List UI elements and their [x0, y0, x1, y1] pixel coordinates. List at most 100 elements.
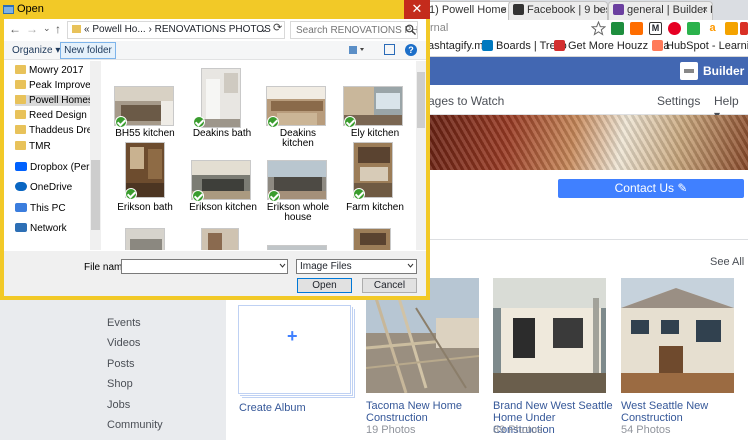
dialog-titlebar[interactable]: [0, 0, 430, 19]
cover-photo: [430, 115, 748, 170]
sync-check-icon: [353, 188, 365, 200]
file-list: BH55 kitchen Deakins bath Deakins kitche…: [101, 61, 416, 250]
create-album-link[interactable]: Create Album: [239, 402, 306, 414]
album-count: 19 Photos: [366, 424, 416, 436]
browser-tab-facebook[interactable]: Facebook | 9 best ×: [508, 1, 608, 20]
chevron-down-icon[interactable]: [279, 262, 286, 270]
left-nav-community[interactable]: Community: [107, 419, 163, 431]
tree-item-peak[interactable]: Peak Improveme: [15, 80, 95, 91]
folder-icon: [3, 5, 14, 14]
create-album-card[interactable]: [238, 305, 351, 394]
album-title-tacoma[interactable]: Tacoma New Home Construction: [366, 400, 486, 424]
folder-icon: [15, 141, 26, 150]
close-icon[interactable]: ✕: [404, 0, 430, 19]
sync-check-icon: [115, 116, 127, 128]
tree-item-network[interactable]: Network: [15, 223, 95, 234]
browser-tab-powell-homes[interactable]: 1) Powell Home ×: [424, 1, 512, 20]
amazon-icon[interactable]: a: [706, 22, 719, 35]
flag-icon[interactable]: [725, 22, 738, 35]
file-list-scrollbar-thumb[interactable]: [417, 72, 425, 128]
left-nav-jobs[interactable]: Jobs: [107, 399, 130, 411]
tab-close-icon[interactable]: ×: [702, 2, 708, 19]
left-nav-shop[interactable]: Shop: [107, 378, 133, 390]
tree-item-tmr[interactable]: TMR: [15, 141, 95, 152]
address-separator: ›: [148, 24, 152, 35]
see-all-link[interactable]: See All: [710, 256, 744, 268]
tree-item-onedrive[interactable]: OneDrive: [15, 182, 95, 193]
bookmark-hubspot[interactable]: HubSpot - Learning C: [652, 40, 748, 52]
tab-close-icon[interactable]: ×: [501, 2, 507, 19]
folder-icon: [15, 65, 26, 74]
tree-item-this-pc[interactable]: This PC: [15, 203, 95, 214]
camera-icon: [513, 4, 524, 15]
search-input[interactable]: [290, 21, 418, 39]
album-cover-west-seattle[interactable]: [621, 278, 734, 393]
address-bar[interactable]: « Powell Ho... › RENOVATIONS PHOTOS ⌄: [67, 21, 285, 39]
album-cover-brand-new[interactable]: [493, 278, 606, 393]
browser-tab-builder[interactable]: general | Builder F ×: [608, 1, 713, 20]
pinterest-icon[interactable]: [668, 22, 681, 35]
nav-scrollbar-thumb[interactable]: [91, 160, 100, 230]
drive-icon[interactable]: [611, 22, 624, 35]
bookmark-hashtagify[interactable]: ashtagify.me: [428, 40, 490, 52]
forward-icon[interactable]: →: [26, 22, 38, 36]
tab-close-icon[interactable]: ×: [597, 2, 603, 19]
extension-icon[interactable]: [740, 22, 748, 35]
profile-name[interactable]: Builder Funn: [703, 64, 748, 78]
folder-icon: [15, 80, 26, 89]
open-button[interactable]: Open: [297, 278, 352, 293]
sync-check-icon: [125, 188, 137, 200]
sync-check-icon: [268, 190, 280, 202]
dropbox-icon: [15, 162, 27, 171]
file-thumbnail: [125, 228, 165, 250]
plus-icon[interactable]: +: [287, 326, 298, 347]
refresh-icon[interactable]: ⟳: [273, 21, 282, 34]
m-icon[interactable]: M: [649, 22, 662, 35]
omnibox-fragment: rnal: [430, 22, 449, 34]
nav-settings[interactable]: Settings: [657, 94, 700, 108]
left-nav-videos[interactable]: Videos: [107, 337, 140, 349]
address-segment-current[interactable]: RENOVATIONS PHOTOS: [155, 24, 271, 35]
view-options-icon[interactable]: [349, 45, 365, 55]
organize-button[interactable]: Organize ▾: [12, 45, 60, 56]
contact-us-button[interactable]: Contact Us ✎: [558, 179, 744, 198]
nav-pages-to-watch[interactable]: ages to Watch: [428, 94, 504, 108]
tree-item-thaddeus[interactable]: Thaddeus Drew: [15, 125, 95, 136]
preview-pane-icon[interactable]: [384, 44, 395, 55]
file-thumbnail: [353, 228, 391, 250]
tab-label: Facebook | 9 best: [527, 4, 608, 16]
up-icon[interactable]: ↑: [55, 22, 61, 36]
star-icon[interactable]: [591, 21, 606, 36]
album-title-west-seattle[interactable]: West Seattle New Construction: [621, 400, 741, 424]
slack-icon: [613, 4, 624, 15]
sync-check-icon: [267, 116, 279, 128]
trello-icon: [482, 40, 493, 51]
chevron-down-icon[interactable]: ⌄: [260, 22, 268, 38]
help-icon[interactable]: ?: [405, 44, 417, 56]
album-count: 54 Photos: [621, 424, 671, 436]
bookmark-icon[interactable]: [630, 22, 643, 35]
onedrive-icon: [15, 182, 27, 191]
filename-input[interactable]: [121, 259, 288, 274]
chevron-down-icon[interactable]: [407, 262, 414, 270]
feedly-icon[interactable]: [687, 22, 700, 35]
chevron-down-icon[interactable]: ⌄: [43, 23, 51, 34]
address-segment-parent[interactable]: Powell Ho...: [92, 24, 145, 35]
new-folder-button[interactable]: New folder: [60, 42, 116, 59]
tree-item-mowry[interactable]: Mowry 2017: [15, 65, 95, 76]
tree-item-dropbox[interactable]: Dropbox (Persona: [15, 162, 95, 173]
search-icon[interactable]: [405, 24, 416, 35]
hubspot-icon: [652, 40, 663, 51]
left-nav-events[interactable]: Events: [107, 317, 141, 329]
back-icon[interactable]: ←: [9, 22, 21, 36]
sync-check-icon: [193, 116, 205, 128]
houzz-icon: [554, 40, 565, 51]
tree-item-reed[interactable]: Reed Design Bui: [15, 110, 95, 121]
left-nav-posts[interactable]: Posts: [107, 358, 135, 370]
folder-icon: [15, 95, 26, 104]
tab-label: general | Builder F: [627, 4, 713, 16]
filetype-select[interactable]: Image Files: [296, 259, 417, 274]
profile-avatar[interactable]: [680, 62, 698, 80]
cancel-button[interactable]: Cancel: [362, 278, 417, 293]
tree-item-powell-homes[interactable]: Powell Homes: [15, 95, 95, 106]
